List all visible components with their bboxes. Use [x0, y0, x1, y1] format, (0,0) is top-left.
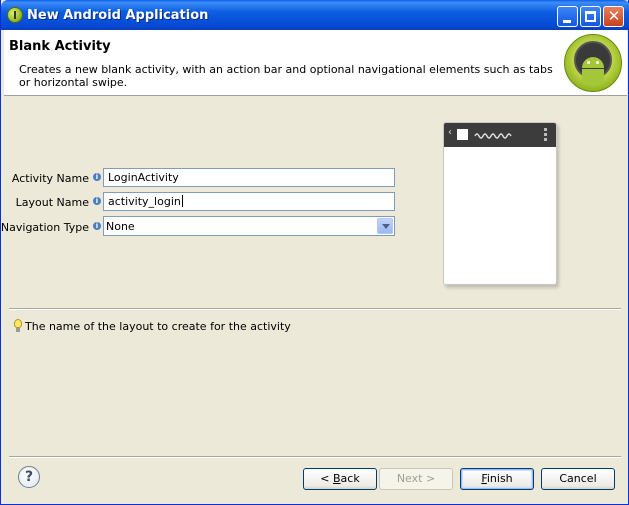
- info-icon: i: [93, 173, 101, 181]
- cancel-button[interactable]: Cancel: [541, 468, 615, 490]
- overflow-menu-icon: [544, 128, 547, 142]
- back-button[interactable]: < Back: [303, 468, 377, 490]
- navigation-type-select[interactable]: None: [103, 216, 395, 236]
- activity-name-label: Activity Name: [11, 172, 89, 185]
- preview-title-placeholder: [474, 133, 512, 139]
- layout-name-field[interactable]: activity_login: [103, 192, 395, 211]
- back-mnemonic: B: [333, 472, 341, 485]
- back-rest: ack: [340, 472, 360, 485]
- close-icon: ✕: [607, 7, 621, 25]
- next-button[interactable]: Next >: [379, 468, 453, 490]
- minimize-icon: [563, 20, 571, 23]
- title-bar[interactable]: New Android Application ✕: [1, 0, 629, 30]
- maximize-icon: [585, 11, 596, 22]
- preview-action-bar: ‹: [444, 123, 556, 147]
- info-icon: i: [93, 197, 101, 205]
- preview-app-icon: [457, 129, 468, 140]
- help-button[interactable]: ?: [18, 466, 40, 488]
- hint-text: The name of the layout to create for the…: [25, 320, 291, 333]
- navigation-type-value: None: [106, 220, 135, 233]
- page-title: Blank Activity: [9, 39, 111, 54]
- info-icon: i: [93, 222, 101, 230]
- activity-name-field[interactable]: LoginActivity: [103, 168, 395, 187]
- separator: [9, 456, 621, 458]
- page-description: Creates a new blank activity, with an ac…: [19, 63, 553, 89]
- back-chevron-icon: ‹: [448, 127, 452, 138]
- activity-preview: ‹: [443, 122, 557, 285]
- maximize-button[interactable]: [580, 6, 601, 27]
- wizard-header: Blank Activity Creates a new blank activ…: [4, 30, 627, 96]
- navigation-type-label: Navigation Type: [0, 221, 89, 234]
- app-icon: [7, 7, 23, 23]
- minimize-button[interactable]: [557, 6, 578, 27]
- finish-rest: inish: [486, 472, 513, 485]
- finish-button[interactable]: Finish: [460, 468, 534, 490]
- window-title: New Android Application: [27, 8, 209, 23]
- wizard-window: New Android Application ✕ Blank Activity…: [0, 0, 629, 505]
- android-logo-icon: [564, 34, 622, 92]
- lightbulb-icon: [13, 319, 23, 333]
- text-caret: [181, 195, 183, 207]
- layout-name-label: Layout Name: [15, 196, 89, 209]
- layout-name-value: activity_login: [108, 195, 181, 208]
- back-prefix: <: [320, 472, 333, 485]
- separator: [9, 308, 621, 310]
- close-button[interactable]: ✕: [603, 6, 624, 27]
- chevron-down-icon[interactable]: [377, 218, 393, 234]
